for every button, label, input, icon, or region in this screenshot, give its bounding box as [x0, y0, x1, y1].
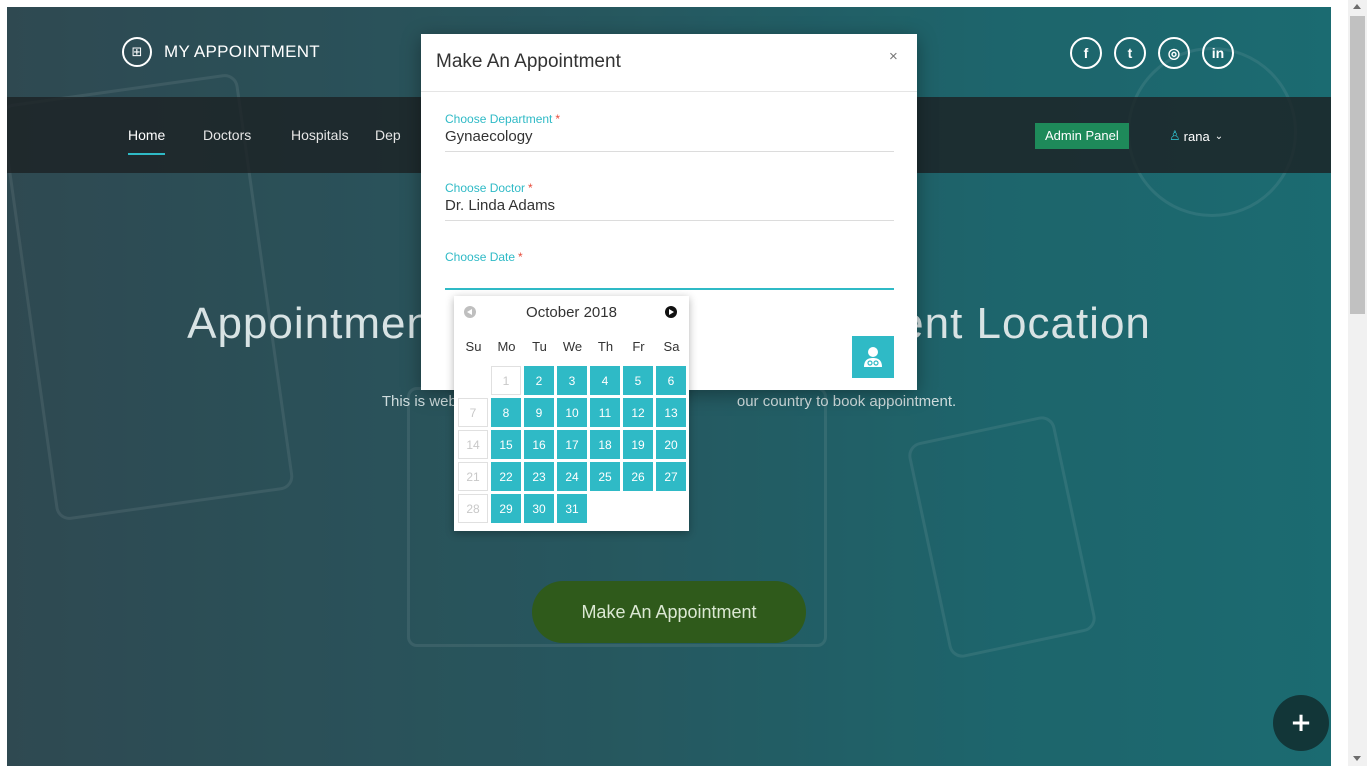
calendar-day[interactable]: 16: [524, 430, 554, 459]
calendar-day[interactable]: 27: [656, 462, 686, 491]
brand-logo-icon: ⊞: [122, 37, 152, 67]
calendar-day[interactable]: 26: [623, 462, 653, 491]
scroll-down-arrow-icon[interactable]: [1353, 756, 1361, 761]
calendar-day[interactable]: 2: [524, 366, 554, 395]
doctor-select[interactable]: Dr. Linda Adams: [445, 195, 894, 221]
hero-subtitle-left: This is web: [381, 393, 457, 410]
doctor-label: Choose Doctor *: [445, 181, 533, 195]
modal-header: Make An Appointment ×: [421, 34, 917, 92]
twitter-icon[interactable]: t: [1114, 37, 1146, 69]
facebook-icon[interactable]: f: [1070, 37, 1102, 69]
admin-panel-button[interactable]: Admin Panel: [1035, 123, 1129, 149]
weekday-label: Sa: [663, 339, 680, 354]
calendar-day[interactable]: 29: [491, 494, 521, 523]
date-label: Choose Date *: [445, 250, 523, 264]
required-mark: *: [528, 181, 533, 195]
brand[interactable]: ⊞ MY APPOINTMENT: [122, 37, 320, 67]
doctor-field[interactable]: Choose Doctor * Dr. Linda Adams: [445, 181, 894, 221]
user-name: rana: [1183, 128, 1210, 144]
scroll-up-arrow-icon[interactable]: [1353, 4, 1361, 9]
date-picker-header: October 2018: [454, 296, 689, 330]
calendar-day[interactable]: 23: [524, 462, 554, 491]
submit-appointment-button[interactable]: [852, 336, 894, 378]
calendar-day[interactable]: 10: [557, 398, 587, 427]
weekday-label: Tu: [532, 339, 547, 354]
calendar-day: 7: [458, 398, 488, 427]
calendar-day[interactable]: 19: [623, 430, 653, 459]
calendar-day[interactable]: 18: [590, 430, 620, 459]
calendar-day[interactable]: 3: [557, 366, 587, 395]
date-field[interactable]: Choose Date *: [445, 250, 894, 290]
calendar-day[interactable]: 30: [524, 494, 554, 523]
plus-icon: +: [1290, 708, 1312, 738]
doctor-icon: [864, 347, 882, 367]
calendar-day[interactable]: 4: [590, 366, 620, 395]
modal-title: Make An Appointment: [436, 51, 621, 72]
calendar-day[interactable]: 31: [557, 494, 587, 523]
weekday-row: Su Mo Tu We Th Fr Sa: [457, 339, 688, 354]
weekday-label: Th: [597, 339, 614, 354]
date-picker: October 2018 Su Mo Tu We Th Fr Sa 123456…: [454, 296, 689, 531]
weekday-label: Su: [465, 339, 482, 354]
calendar-day: 14: [458, 430, 488, 459]
required-mark: *: [518, 250, 523, 264]
calendar-day: 21: [458, 462, 488, 491]
calendar-day[interactable]: 25: [590, 462, 620, 491]
weekday-label: Fr: [632, 339, 645, 354]
next-month-icon[interactable]: [665, 306, 677, 318]
page-scrollbar[interactable]: [1348, 0, 1367, 766]
linkedin-icon[interactable]: in: [1202, 37, 1234, 69]
make-appointment-button[interactable]: Make An Appointment: [532, 581, 806, 643]
brand-name: MY APPOINTMENT: [164, 42, 320, 61]
add-fab-button[interactable]: +: [1273, 695, 1329, 751]
required-mark: *: [555, 112, 561, 126]
weekday-label: We: [562, 339, 583, 354]
calendar-day[interactable]: 8: [491, 398, 521, 427]
hero-subtitle-right: our country to book appointment.: [736, 393, 957, 410]
weekday-label: Mo: [497, 339, 516, 354]
nav-doctors[interactable]: Doctors: [203, 127, 251, 143]
hero-title-left: Appointment: [187, 299, 446, 348]
department-label: Choose Department *: [445, 112, 561, 126]
social-links: f t ◎ in: [1070, 37, 1234, 69]
chevron-down-icon: ⌄: [1214, 130, 1224, 142]
user-icon: ♙: [1169, 128, 1181, 143]
instagram-icon[interactable]: ◎: [1158, 37, 1190, 69]
scroll-thumb[interactable]: [1350, 16, 1365, 314]
calendar-day[interactable]: 24: [557, 462, 587, 491]
calendar-day[interactable]: 15: [491, 430, 521, 459]
calendar-day: 1: [491, 366, 521, 395]
nav-home[interactable]: Home: [128, 127, 166, 155]
calendar-day[interactable]: 20: [656, 430, 686, 459]
calendar-day[interactable]: 13: [656, 398, 686, 427]
calendar-day[interactable]: 5: [623, 366, 653, 395]
calendar-day: 28: [458, 494, 488, 523]
department-select[interactable]: Gynaecology: [445, 126, 894, 152]
calendar-day[interactable]: 12: [623, 398, 653, 427]
calendar-day[interactable]: 22: [491, 462, 521, 491]
department-field[interactable]: Choose Department * Gynaecology: [445, 112, 894, 152]
calendar-day[interactable]: 6: [656, 366, 686, 395]
calendar-day[interactable]: 17: [557, 430, 587, 459]
calendar-day[interactable]: 11: [590, 398, 620, 427]
user-menu[interactable]: ♙ rana ⌄: [1169, 128, 1223, 144]
nav-hospitals[interactable]: Hospitals: [291, 127, 349, 143]
calendar-day[interactable]: 9: [524, 398, 554, 427]
month-label: October 2018: [526, 304, 617, 321]
date-input[interactable]: [445, 264, 894, 290]
nav-departments[interactable]: Dep: [375, 127, 401, 143]
close-icon[interactable]: ×: [889, 48, 898, 65]
